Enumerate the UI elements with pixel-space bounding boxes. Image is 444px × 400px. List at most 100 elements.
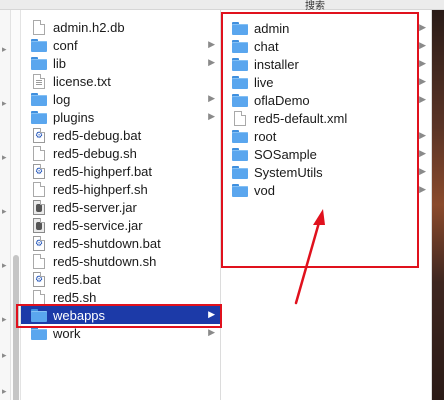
disclosure-arrow-icon: ▶ — [419, 148, 426, 158]
item-label: conf — [53, 37, 78, 53]
item-label: license.txt — [53, 73, 111, 89]
folder-item-root[interactable]: root ▶ — [222, 127, 431, 145]
file-column-red5[interactable]: admin.h2.db conf ▶ lib ▶ license.txt log ▶ plugi… — [21, 10, 221, 400]
item-label: admin.h2.db — [53, 19, 125, 35]
folder-item-chat[interactable]: chat ▶ — [222, 37, 431, 55]
scrollbar-thumb[interactable] — [13, 255, 19, 400]
item-label: installer — [254, 56, 299, 72]
disclosure-arrow-icon: ▶ — [419, 22, 426, 32]
disclosure-arrow-icon: ▶ — [208, 57, 215, 67]
item-label: webapps — [53, 307, 106, 323]
file-item-red5-server-jar[interactable]: red5-server.jar — [21, 198, 220, 216]
folder-item-admin[interactable]: admin ▶ — [222, 19, 431, 37]
item-label: red5.sh — [53, 289, 97, 305]
folder-item-log[interactable]: log ▶ — [21, 90, 220, 108]
file-item-admin-h2-db[interactable]: admin.h2.db — [21, 18, 220, 36]
item-label: oflaDemo — [254, 92, 310, 108]
chevron-right-icon: ▸ — [2, 350, 7, 360]
disclosure-arrow-icon: ▶ — [419, 130, 426, 140]
disclosure-arrow-icon: ▶ — [419, 166, 426, 176]
item-label: SOSample — [254, 146, 317, 162]
folder-icon — [232, 93, 248, 107]
item-label: red5.bat — [53, 271, 101, 287]
folder-icon — [232, 183, 248, 197]
folder-icon — [31, 92, 47, 106]
item-label: work — [53, 325, 81, 341]
item-label: root — [254, 128, 277, 144]
folder-item-sosample[interactable]: SOSample ▶ — [222, 145, 431, 163]
item-label: red5-debug.bat — [53, 127, 142, 143]
chevron-right-icon: ▸ — [2, 314, 7, 324]
folder-item-systemutils[interactable]: SystemUtils ▶ — [222, 163, 431, 181]
file-item-license-txt[interactable]: license.txt — [21, 72, 220, 90]
column-scrollbar[interactable] — [11, 10, 21, 400]
folder-item-live[interactable]: live ▶ — [222, 73, 431, 91]
folder-item-vod[interactable]: vod ▶ — [222, 181, 431, 199]
file-item-red5-highperf-sh[interactable]: red5-highperf.sh — [21, 180, 220, 198]
folder-icon — [232, 147, 248, 161]
chevron-right-icon: ▸ — [2, 260, 7, 270]
disclosure-arrow-icon: ▶ — [208, 327, 215, 337]
chevron-right-icon: ▸ — [2, 44, 7, 54]
disclosure-arrow-icon: ▶ — [208, 309, 215, 319]
document-icon — [31, 20, 47, 35]
file-item-red5-shutdown-bat[interactable]: red5-shutdown.bat — [21, 234, 220, 252]
disclosure-arrow-icon: ▶ — [208, 111, 215, 121]
jar-file-icon — [31, 200, 47, 215]
file-item-red5-sh[interactable]: red5.sh — [21, 288, 220, 306]
folder-item-conf[interactable]: conf ▶ — [21, 36, 220, 54]
parent-column: ▸ ▸ ▸ ▸ ▸ ▸ ▸ ▸ — [0, 10, 11, 400]
document-icon — [31, 182, 47, 197]
file-item-red5-default-xml[interactable]: red5-default.xml — [222, 109, 431, 127]
folder-item-installer[interactable]: installer ▶ — [222, 55, 431, 73]
folder-icon — [232, 57, 248, 71]
folder-item-webapps[interactable]: webapps ▶ — [21, 306, 220, 324]
item-label: admin — [254, 20, 290, 36]
document-icon — [31, 146, 47, 161]
folder-icon — [232, 165, 248, 179]
file-item-red5-bat[interactable]: red5.bat — [21, 270, 220, 288]
file-item-red5-shutdown-sh[interactable]: red5-shutdown.sh — [21, 252, 220, 270]
script-file-icon — [31, 236, 47, 251]
item-label: red5-server.jar — [53, 199, 137, 215]
document-icon — [31, 290, 47, 305]
item-label: SystemUtils — [254, 164, 323, 180]
folder-item-plugins[interactable]: plugins ▶ — [21, 108, 220, 126]
disclosure-arrow-icon: ▶ — [419, 94, 426, 104]
chevron-right-icon: ▸ — [2, 98, 7, 108]
file-item-red5-highperf-bat[interactable]: red5-highperf.bat — [21, 162, 220, 180]
folder-icon — [31, 326, 47, 340]
disclosure-arrow-icon: ▶ — [419, 184, 426, 194]
file-item-red5-debug-bat[interactable]: red5-debug.bat — [21, 126, 220, 144]
document-icon — [232, 111, 248, 126]
text-file-icon — [31, 74, 47, 89]
finder-toolbar: 搜索 — [0, 0, 444, 12]
item-label: log — [53, 91, 71, 107]
disclosure-arrow-icon: ▶ — [419, 40, 426, 50]
disclosure-arrow-icon: ▶ — [208, 39, 215, 49]
item-label: red5-highperf.sh — [53, 181, 148, 197]
item-label: red5-shutdown.sh — [53, 253, 157, 269]
file-column-webapps[interactable]: admin ▶ chat ▶ installer ▶ live ▶ oflaDemo ▶ red5-… — [222, 10, 432, 400]
item-label: red5-shutdown.bat — [53, 235, 161, 251]
folder-item-lib[interactable]: lib ▶ — [21, 54, 220, 72]
jar-file-icon — [31, 218, 47, 233]
script-file-icon — [31, 128, 47, 143]
file-item-red5-service-jar[interactable]: red5-service.jar — [21, 216, 220, 234]
desktop-background — [432, 10, 444, 400]
item-label: red5-service.jar — [53, 217, 143, 233]
disclosure-arrow-icon: ▶ — [419, 58, 426, 68]
folder-icon — [232, 75, 248, 89]
folder-item-oflademo[interactable]: oflaDemo ▶ — [222, 91, 431, 109]
item-label: lib — [53, 55, 67, 71]
item-label: plugins — [53, 109, 95, 125]
item-label: vod — [254, 182, 275, 198]
script-file-icon — [31, 164, 47, 179]
chevron-right-icon: ▸ — [2, 152, 7, 162]
folder-icon — [31, 308, 47, 322]
item-label: red5-highperf.bat — [53, 163, 153, 179]
folder-item-work[interactable]: work ▶ — [21, 324, 220, 342]
chevron-right-icon: ▸ — [2, 386, 7, 396]
item-label: red5-debug.sh — [53, 145, 137, 161]
file-item-red5-debug-sh[interactable]: red5-debug.sh — [21, 144, 220, 162]
